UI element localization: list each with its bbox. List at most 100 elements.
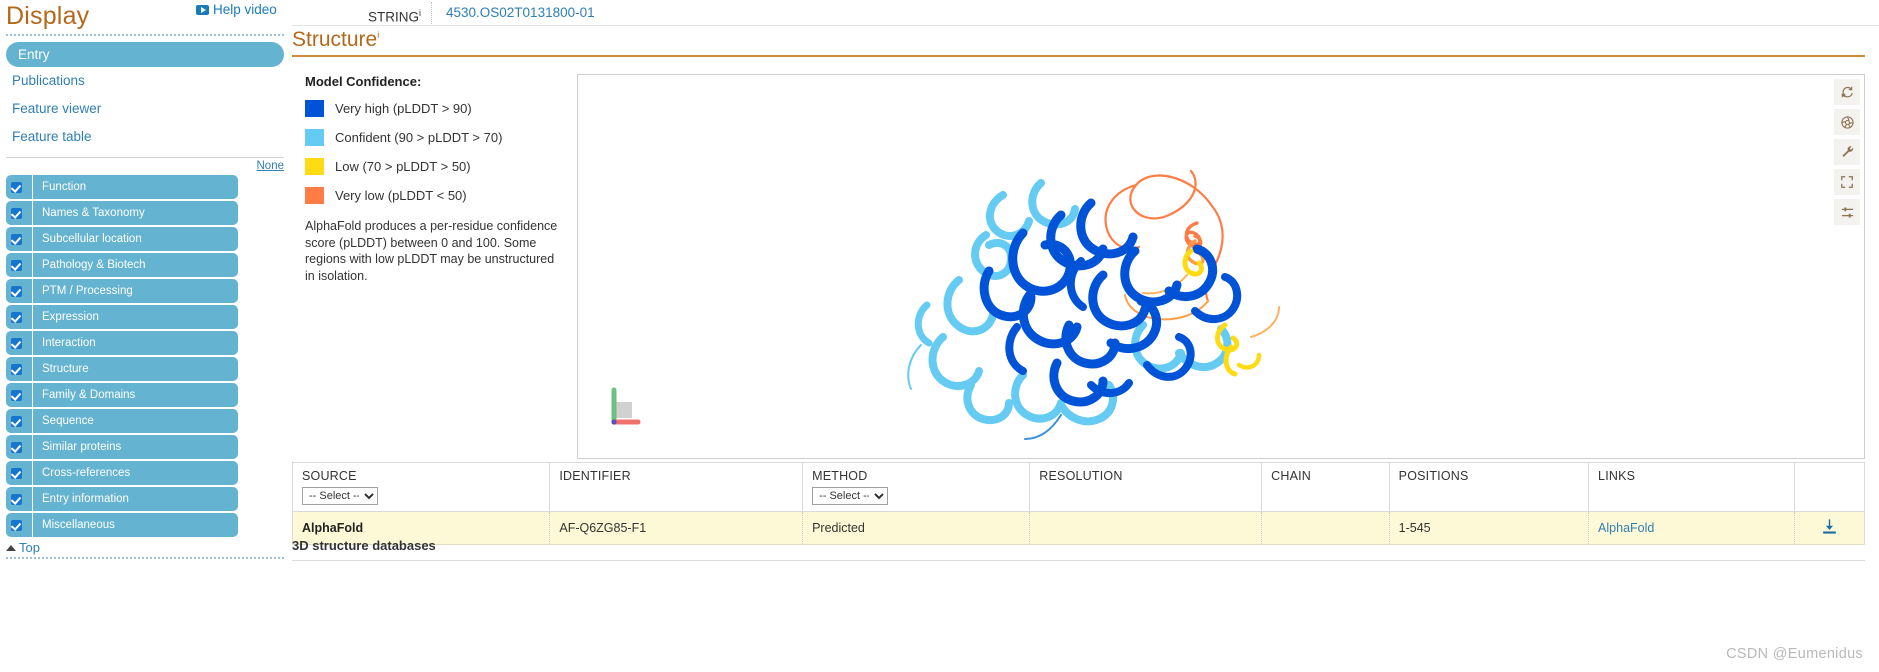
- help-video-label: Help video: [213, 2, 277, 17]
- category-item[interactable]: Function: [6, 175, 238, 199]
- select-none-link[interactable]: None: [0, 158, 290, 175]
- category-label: Cross-references: [32, 461, 238, 485]
- help-video-link[interactable]: Help video: [196, 2, 277, 17]
- checkbox-checked-icon[interactable]: [11, 181, 22, 193]
- xyz-axis-indicator: [611, 387, 641, 425]
- category-label: Miscellaneous: [32, 513, 238, 537]
- category-label: Sequence: [32, 409, 238, 433]
- category-label: Subcellular location: [32, 227, 238, 251]
- string-identifier-link[interactable]: 4530.OS02T0131800-01: [432, 5, 595, 20]
- string-cross-reference-row: STRINGi 4530.OS02T0131800-01: [292, 0, 1879, 26]
- legend-item: Confident (90 > pLDDT > 70): [305, 129, 580, 146]
- column-header-identifier: IDENTIFIER: [549, 462, 804, 512]
- category-item[interactable]: Pathology & Biotech: [6, 253, 238, 277]
- sidebar-item-publications[interactable]: Publications: [6, 67, 284, 95]
- checkbox-checked-icon[interactable]: [11, 415, 22, 427]
- download-icon[interactable]: [1821, 518, 1838, 535]
- category-item[interactable]: Cross-references: [6, 461, 238, 485]
- cell-links-alphafold[interactable]: AlphaFold: [1588, 511, 1795, 545]
- checkbox-checked-icon[interactable]: [11, 207, 22, 219]
- checkbox-checked-icon[interactable]: [11, 519, 22, 531]
- category-label: Expression: [32, 305, 238, 329]
- viewer-toolbar: [1834, 79, 1860, 225]
- category-item[interactable]: Miscellaneous: [6, 513, 238, 537]
- category-item[interactable]: Names & Taxonomy: [6, 201, 238, 225]
- info-superscript: i: [419, 7, 421, 18]
- column-header-chain: CHAIN: [1261, 462, 1390, 512]
- legend-color-swatch: [305, 100, 324, 117]
- legend-label: Very low (pLDDT < 50): [335, 188, 467, 203]
- category-label: Similar proteins: [32, 435, 238, 459]
- structure-section-title: Structurei: [292, 28, 380, 51]
- title-divider: [6, 34, 284, 36]
- cell-method: Predicted: [802, 511, 1030, 545]
- wrench-icon[interactable]: [1834, 139, 1860, 165]
- cell-positions: 1-545: [1388, 511, 1589, 545]
- category-label: Function: [32, 175, 238, 199]
- legend-rows: Very high (pLDDT > 90) Confident (90 > pL…: [305, 100, 580, 204]
- category-checkbox-list: Function Names & Taxonomy Subcellular loca…: [0, 175, 290, 537]
- category-item[interactable]: Similar proteins: [6, 435, 238, 459]
- back-to-top-link[interactable]: Top: [6, 540, 290, 555]
- structure-3d-viewer[interactable]: [577, 74, 1865, 459]
- checkbox-checked-icon[interactable]: [11, 311, 22, 323]
- databases-section-title: 3D structure databases: [292, 538, 436, 553]
- legend-color-swatch: [305, 187, 324, 204]
- column-header-links: LINKS: [1588, 462, 1796, 512]
- cell-identifier: AF-Q6ZG85-F1: [549, 511, 803, 545]
- protein-ribbon-render: [907, 169, 1280, 440]
- checkbox-checked-icon[interactable]: [11, 467, 22, 479]
- category-label: Pathology & Biotech: [32, 253, 238, 277]
- category-item[interactable]: Structure: [6, 357, 238, 381]
- checkbox-checked-icon[interactable]: [11, 233, 22, 245]
- category-item[interactable]: Entry information: [6, 487, 238, 511]
- legend-label: Low (70 > pLDDT > 50): [335, 159, 471, 174]
- category-label: PTM / Processing: [32, 279, 238, 303]
- checkbox-checked-icon[interactable]: [11, 389, 22, 401]
- screenshot-icon[interactable]: [1834, 109, 1860, 135]
- category-label: Structure: [32, 357, 238, 381]
- checkbox-checked-icon[interactable]: [11, 363, 22, 375]
- checkbox-checked-icon[interactable]: [11, 285, 22, 297]
- category-item[interactable]: Expression: [6, 305, 238, 329]
- string-label: STRINGi: [292, 1, 432, 24]
- category-item[interactable]: PTM / Processing: [6, 279, 238, 303]
- column-header-method: METHOD -- Select --: [802, 462, 1031, 512]
- table-header-row: SOURCE -- Select -- IDENTIFIER METHOD --…: [291, 462, 1865, 512]
- checkbox-checked-icon[interactable]: [11, 259, 22, 271]
- table-header: SOURCE -- Select -- IDENTIFIER METHOD --…: [291, 462, 1865, 512]
- structure-title-underline: [292, 55, 1865, 57]
- method-filter-select[interactable]: -- Select --: [812, 487, 889, 505]
- info-superscript: i: [377, 30, 380, 40]
- category-item[interactable]: Sequence: [6, 409, 238, 433]
- legend-label: Confident (90 > pLDDT > 70): [335, 130, 503, 145]
- source-filter-select[interactable]: -- Select --: [302, 487, 378, 505]
- sidebar-item-feature-table[interactable]: Feature table: [6, 123, 284, 151]
- legend-title: Model Confidence:: [305, 74, 422, 89]
- category-label: Interaction: [32, 331, 238, 355]
- reset-view-icon[interactable]: [1834, 79, 1860, 105]
- checkbox-checked-icon[interactable]: [11, 493, 22, 505]
- sidebar-item-feature-viewer[interactable]: Feature viewer: [6, 95, 284, 123]
- cell-download[interactable]: [1794, 511, 1865, 545]
- cell-resolution: [1029, 511, 1262, 545]
- sidebar-item-entry[interactable]: Entry: [6, 42, 284, 67]
- bottom-divider: [6, 557, 284, 559]
- category-label: Family & Domains: [32, 383, 238, 407]
- watermark: CSDN @Eumenidus: [1726, 646, 1863, 662]
- category-item[interactable]: Family & Domains: [6, 383, 238, 407]
- checkbox-checked-icon[interactable]: [11, 337, 22, 349]
- legend-color-swatch: [305, 129, 324, 146]
- column-header-source: SOURCE -- Select --: [291, 462, 551, 512]
- triangle-up-icon: [6, 544, 16, 551]
- column-header-positions: POSITIONS: [1388, 462, 1590, 512]
- settings-sliders-icon[interactable]: [1834, 199, 1860, 225]
- databases-divider: [292, 560, 1865, 561]
- model-confidence-legend: Model Confidence: Very high (pLDDT > 90)…: [305, 74, 580, 284]
- main-panel: STRINGi 4530.OS02T0131800-01 Structurei …: [291, 0, 1879, 672]
- checkbox-checked-icon[interactable]: [11, 441, 22, 453]
- fullscreen-icon[interactable]: [1834, 169, 1860, 195]
- category-item[interactable]: Subcellular location: [6, 227, 238, 251]
- category-item[interactable]: Interaction: [6, 331, 238, 355]
- legend-label: Very high (pLDDT > 90): [335, 101, 472, 116]
